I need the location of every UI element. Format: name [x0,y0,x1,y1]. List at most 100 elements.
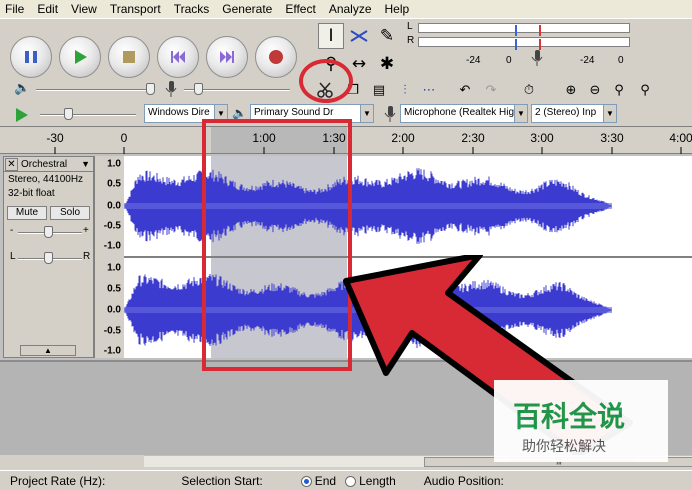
fit-selection-button[interactable]: ⚲ [608,79,630,101]
selection-start-label: Selection Start: [181,473,263,488]
redo-button[interactable]: ↷ [480,79,502,101]
output-volume-slider[interactable] [146,83,155,95]
pan-right-label: R [83,251,91,262]
skip-end-button[interactable] [206,35,248,78]
fit-selection-icon: ⚲ [614,82,624,98]
scale-label: 0.0 [107,304,121,316]
trim-button[interactable]: ⫶ [394,79,416,101]
chevron-down-icon[interactable]: ▼ [81,159,90,169]
meter-label-right: R [407,35,415,46]
fit-project-button[interactable]: ⚲ [634,79,656,101]
watermark: 百科全说 助你轻松解决 [494,380,668,462]
output-volume-track[interactable] [36,89,146,91]
scale-label: -1.0 [103,240,121,252]
length-radio-label: Length [359,473,396,488]
length-radio[interactable]: Length [345,474,396,488]
stop-button[interactable] [108,35,150,78]
menu-generate[interactable]: Generate [222,2,272,16]
gain-minus-label: - [10,225,14,236]
collapse-track-button[interactable]: ▲ [20,345,76,356]
menu-effect[interactable]: Effect [285,2,315,16]
undo-button[interactable]: ↶ [454,79,476,101]
waveform-channel [124,168,612,244]
end-radio-label: End [314,473,337,488]
scale-label: -0.5 [103,325,121,337]
selection-tool-icon[interactable]: I [318,23,344,49]
record-button[interactable] [255,35,297,78]
meter-left-bar [418,23,630,36]
paste-icon: ▤ [372,82,386,98]
scale-label: 1.0 [107,158,121,170]
paste-button[interactable]: ▤ [368,79,390,101]
scale-label: 1.0 [107,262,121,274]
multi-tool-icon[interactable]: ✱ [374,51,400,77]
audio-position-label: Audio Position: [423,473,504,488]
input-device-value: Microphone (Realtek Hig [404,107,515,118]
scale-label: 0.5 [107,178,121,190]
gain-slider[interactable] [44,226,53,238]
skip-start-icon [171,50,185,63]
play-button[interactable] [59,35,101,78]
meter-scale-label: 0 [618,55,624,66]
trim-audio-icon: ⫶ [403,82,407,98]
scale-label: 0.0 [107,200,121,212]
play-speed-track[interactable] [40,114,136,116]
chevron-down-icon: ▼ [603,105,616,122]
meter-peak-marker [515,39,517,50]
meter-toolbar: L R -24 0 -24 0 [404,19,636,74]
ruler-tick-label: 2:30 [461,131,485,145]
close-icon[interactable]: ✕ [5,157,18,171]
microphone-icon[interactable] [528,49,546,67]
chevron-down-icon: ▼ [360,105,373,122]
sync-lock-button[interactable]: ⏱ [518,79,540,101]
track-control-panel[interactable]: ✕ Orchestral ▼ Stereo, 44100Hz 32-bit fl… [3,156,94,358]
radio-selected-icon [300,475,312,487]
solo-button[interactable]: Solo [50,206,90,220]
menu-transport[interactable]: Transport [110,2,161,16]
ruler-tick-label: 3:00 [530,131,554,145]
scale-label: -0.5 [103,220,121,232]
envelope-tool-icon[interactable] [346,23,372,49]
skip-start-button[interactable] [157,35,199,78]
play-at-speed-icon[interactable] [14,107,30,123]
speaker-icon: 🔈 [14,80,31,95]
gain-plus-label: + [83,225,89,236]
skip-end-icon [220,50,234,63]
input-volume-slider[interactable] [194,83,203,95]
zoom-in-button[interactable]: ⊕ [560,79,582,101]
input-channels-value: 2 (Stereo) Inp [535,107,597,118]
draw-tool-icon[interactable]: ✎ [374,23,400,49]
scale-label: -1.0 [103,345,121,357]
microphone-icon [384,106,396,122]
input-channels-select[interactable]: 2 (Stereo) Inp ▼ [531,104,617,123]
menu-tracks[interactable]: Tracks [174,2,210,16]
watermark-subtitle: 助你轻松解决 [522,439,606,455]
menu-file[interactable]: File [5,2,24,16]
track-title-bar[interactable]: ✕ Orchestral ▼ [4,157,93,172]
menu-view[interactable]: View [71,2,97,16]
play-speed-slider[interactable] [64,108,73,120]
pause-button[interactable] [10,35,52,78]
ruler-tick-label: 3:30 [600,131,624,145]
input-device-select[interactable]: Microphone (Realtek Hig ▼ [400,104,528,123]
transport-toolbar [10,29,304,84]
menu-analyze[interactable]: Analyze [329,2,372,16]
track-name[interactable]: Orchestral [21,159,67,170]
zoom-out-button[interactable]: ⊖ [584,79,606,101]
collapse-icon: ▲ [44,346,52,355]
mute-button[interactable]: Mute [7,206,47,220]
radio-icon [345,475,357,487]
menu-edit[interactable]: Edit [37,2,58,16]
zoom-out-icon: ⊖ [589,82,601,98]
menu-help[interactable]: Help [385,2,410,16]
pan-slider[interactable] [44,252,53,264]
watermark-logo: 百科全说 [513,400,626,433]
meter-scale-label: -24 [580,55,595,66]
end-radio[interactable]: End [300,473,337,488]
silence-button[interactable]: ⋯ [418,79,440,101]
meter-label-left: L [407,21,413,32]
ruler-tick-label: -30 [46,131,64,145]
stop-icon [123,50,135,63]
speaker-icon: 🔈 [232,106,247,120]
zoom-in-icon: ⊕ [565,82,577,98]
